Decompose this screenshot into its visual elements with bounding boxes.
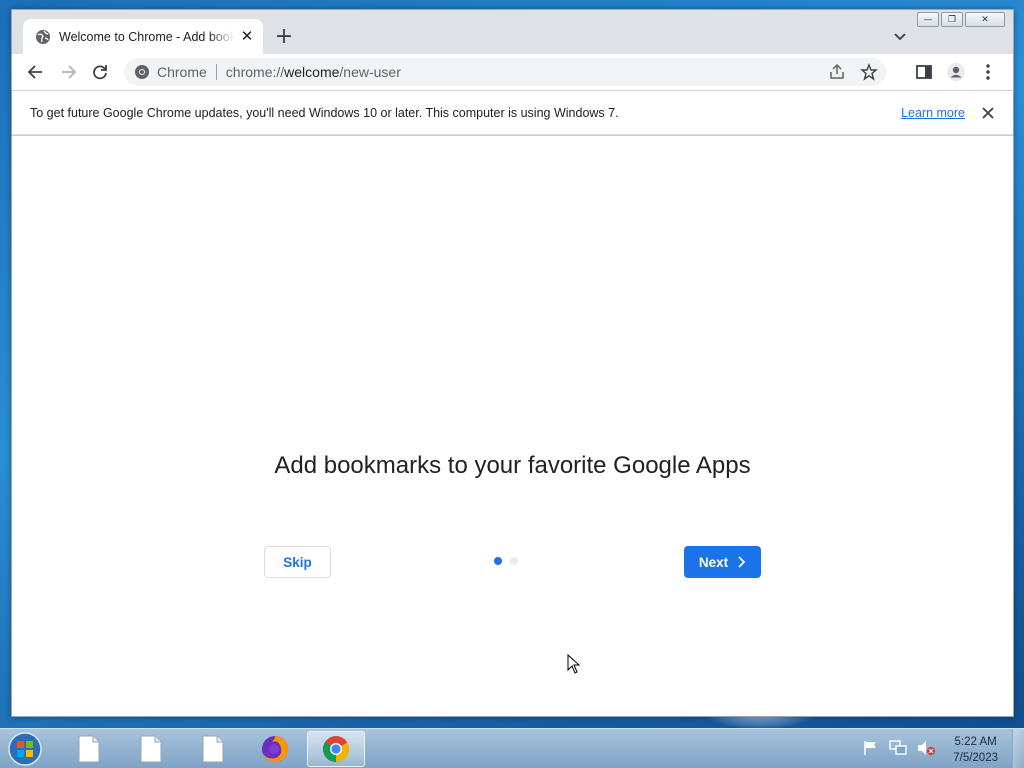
step-indicator <box>494 557 518 565</box>
tab-close-icon[interactable]: ✕ <box>239 27 255 45</box>
chrome-window: — ❐ ✕ Welcome to Chrome - Add bookmarks … <box>11 9 1014 717</box>
url-text[interactable]: chrome://welcome/new-user <box>226 64 401 80</box>
toolbar: Chrome chrome://welcome/new-user <box>12 54 1013 91</box>
tab-search-chevron-icon[interactable] <box>891 27 909 45</box>
network-icon[interactable] <box>888 739 908 757</box>
globe-icon <box>36 29 50 44</box>
chrome-logo-icon[interactable] <box>134 64 150 80</box>
infobar-close-icon[interactable] <box>979 104 997 122</box>
page-title: Add bookmarks to your favorite Google Ap… <box>274 452 751 479</box>
volume-muted-icon[interactable] <box>916 739 936 757</box>
document-icon <box>202 735 224 763</box>
address-bar[interactable]: Chrome chrome://welcome/new-user <box>124 58 886 86</box>
profile-avatar-icon[interactable] <box>946 62 966 82</box>
update-infobar: To get future Google Chrome updates, you… <box>12 91 1013 135</box>
taskbar: 5:22 AM 7/5/2023 <box>0 728 1024 768</box>
tab-title: Welcome to Chrome - Add bookmarks <box>59 29 235 44</box>
mouse-cursor-icon <box>567 654 581 674</box>
clock-time: 5:22 AM <box>954 736 997 748</box>
document-icon <box>140 735 162 763</box>
url-path: /new-user <box>339 64 401 80</box>
forward-arrow-icon[interactable] <box>58 62 78 82</box>
firefox-icon <box>262 736 288 762</box>
chrome-icon <box>322 736 350 763</box>
flag-icon[interactable] <box>862 739 880 757</box>
more-menu-icon[interactable] <box>978 62 998 82</box>
back-arrow-icon[interactable] <box>26 62 46 82</box>
clock-date: 7/5/2023 <box>953 752 998 764</box>
taskbar-file-2[interactable] <box>122 731 180 767</box>
start-button[interactable] <box>5 730 45 768</box>
system-tray <box>862 739 936 757</box>
next-button-label: Next <box>698 554 729 570</box>
next-button[interactable]: Next <box>684 546 761 578</box>
welcome-page: Add bookmarks to your favorite Google Ap… <box>12 136 1013 716</box>
infobar-message: To get future Google Chrome updates, you… <box>30 105 619 120</box>
skip-button[interactable]: Skip <box>264 546 331 578</box>
step-dot-2 <box>510 557 518 565</box>
tab-strip: Welcome to Chrome - Add bookmarks ✕ + <box>12 10 1013 54</box>
side-panel-icon[interactable] <box>914 62 934 82</box>
learn-more-link[interactable]: Learn more <box>901 106 965 120</box>
show-desktop-button[interactable] <box>1012 729 1024 768</box>
url-scheme: chrome:// <box>225 64 285 80</box>
omnibox-chip: Chrome <box>157 64 207 80</box>
chevron-right-icon <box>738 556 746 568</box>
taskbar-chrome[interactable] <box>307 731 365 767</box>
step-dot-1 <box>494 557 502 565</box>
taskbar-file-3[interactable] <box>184 731 242 767</box>
taskbar-file-1[interactable] <box>60 731 118 767</box>
url-host: welcome <box>284 64 340 80</box>
tab-welcome[interactable]: Welcome to Chrome - Add bookmarks ✕ <box>23 19 263 54</box>
share-icon[interactable] <box>828 63 846 81</box>
omnibox-divider <box>215 64 217 80</box>
omnibox-actions <box>828 63 878 81</box>
reload-icon[interactable] <box>90 62 110 82</box>
bookmark-star-icon[interactable] <box>860 63 878 81</box>
taskbar-firefox[interactable] <box>246 731 304 767</box>
document-icon <box>78 735 100 763</box>
new-tab-button[interactable]: + <box>272 26 296 48</box>
taskbar-clock[interactable]: 5:22 AM 7/5/2023 <box>953 734 998 766</box>
